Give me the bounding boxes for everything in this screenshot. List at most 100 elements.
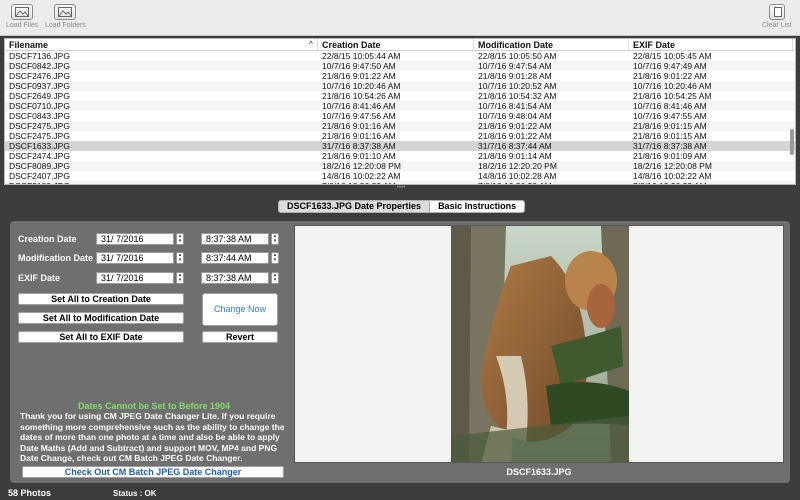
cell-exif-date: 21/8/16 9:01:09 AM: [633, 151, 707, 161]
creation-date-field[interactable]: 31/ 7/2016: [96, 233, 174, 245]
table-row[interactable]: DSCF0842.JPG 10/7/16 9:47:50 AM 10/7/16 9:…: [5, 61, 795, 71]
exif-date-field[interactable]: 31/ 7/2016: [96, 272, 174, 284]
creation-time-stepper[interactable]: ▴ ▾: [271, 233, 279, 245]
tab-date-properties[interactable]: DSCF1633.JPG Date Properties: [279, 201, 430, 212]
cell-exif-date: 21/8/16 9:01:15 AM: [633, 131, 707, 141]
cell-creation-date: 10/7/16 9:47:56 AM: [322, 111, 396, 121]
cell-creation-date: 21/8/16 10:54:26 AM: [322, 91, 401, 101]
load-files-label: Load Files: [6, 22, 39, 29]
cell-filename: DSCF0842.JPG: [9, 61, 70, 71]
table-row[interactable]: DSCF0843.JPG 10/7/16 9:47:56 AM 10/7/16 9:…: [5, 111, 795, 121]
folder-image-icon: [54, 4, 77, 20]
cell-exif-date: 7/8/16 10:26:22 AM: [629, 181, 793, 184]
table-row-selected[interactable]: DSCF1633.JPG 31/7/16 8:37:38 AM 31/7/16 8:…: [5, 141, 795, 151]
creation-date-label: Creation Date: [18, 234, 77, 244]
cell-modification-date: 10/7/16 9:47:54 AM: [478, 61, 552, 71]
revert-button[interactable]: Revert: [202, 331, 278, 343]
table-row[interactable]: DSCF2649.JPG 21/8/16 10:54:26 AM 21/8/16 1…: [5, 91, 795, 101]
cell-modification-date: 21/8/16 9:01:22 AM: [478, 131, 552, 141]
cell-filename: DSCF1633.JPG: [9, 141, 70, 151]
photo-count: 58 Photos: [8, 488, 52, 498]
set-all-creation-button[interactable]: Set All to Creation Date: [18, 293, 184, 305]
tab-basic-instructions[interactable]: Basic Instructions: [429, 201, 524, 212]
exif-date-label: EXIF Date: [18, 273, 61, 283]
exif-date-stepper[interactable]: ▴ ▾: [176, 272, 184, 284]
table-scrollbar[interactable]: [790, 129, 794, 155]
modification-date-field[interactable]: 31/ 7/2016: [96, 252, 174, 264]
cell-creation-date: 21/8/16 9:01:16 AM: [322, 121, 396, 131]
modification-time-field[interactable]: 8:37:44 AM: [201, 252, 269, 264]
batch-changer-link-button[interactable]: Check Out CM Batch JPEG Date Changer: [22, 466, 284, 478]
creation-date-stepper[interactable]: ▴ ▾: [176, 233, 184, 245]
status-text: Status : OK: [113, 489, 157, 498]
cell-modification-date: 10/7/16 8:41:54 AM: [478, 101, 552, 111]
monkey-photo: [451, 226, 629, 462]
load-files-button[interactable]: Load Files: [6, 4, 38, 29]
cell-modification-date: 21/8/16 10:54:32 AM: [478, 91, 557, 101]
cell-creation-date: 21/8/16 9:01:10 AM: [322, 151, 396, 161]
cell-creation-date: 10/7/16 10:20:46 AM: [322, 81, 401, 91]
exif-time-stepper[interactable]: ▴ ▾: [271, 272, 279, 284]
cell-modification-date: 31/7/16 8:37:44 AM: [478, 141, 552, 151]
cell-creation-date: 10/7/16 8:41:46 AM: [322, 101, 396, 111]
column-header-exif-date[interactable]: EXIF Date: [629, 39, 793, 50]
cell-creation-date: 7/8/16 10:26:22 AM: [318, 181, 474, 184]
date-limit-warning: Dates Cannot be Set to Before 1904: [77, 401, 231, 411]
file-table[interactable]: Filename ^ Creation Date Modification Dat…: [4, 38, 796, 185]
column-header-creation-date[interactable]: Creation Date: [318, 39, 474, 50]
table-row[interactable]: DSCF8089.JPG 18/2/16 12:20:08 PM 18/2/16 1…: [5, 161, 795, 171]
set-all-exif-button[interactable]: Set All to EXIF Date: [18, 331, 184, 343]
table-row[interactable]: DSCF0710.JPG 10/7/16 8:41:46 AM 10/7/16 8:…: [5, 101, 795, 111]
upgrade-info-text: Thank you for using CM JPEG Date Changer…: [20, 411, 285, 463]
table-row[interactable]: DSCF2476.JPG 21/8/16 9:01:22 AM 21/8/16 9:…: [5, 71, 795, 81]
load-folders-button[interactable]: Load Folders: [45, 4, 86, 29]
cell-creation-date: 10/7/16 9:47:50 AM: [322, 61, 396, 71]
exif-time-field[interactable]: 8:37:38 AM: [201, 272, 269, 284]
cell-filename: DSCF2407.JPG: [9, 171, 70, 181]
modification-date-label: Modification Date: [18, 253, 94, 263]
cell-exif-date: 21/8/16 9:01:15 AM: [633, 121, 707, 131]
cell-exif-date: 10/7/16 10:20:46 AM: [633, 81, 712, 91]
cell-exif-date: 10/7/16 9:47:55 AM: [633, 111, 707, 121]
set-all-modification-button[interactable]: Set All to Modification Date: [18, 312, 184, 324]
table-row[interactable]: DSCF0937.JPG 10/7/16 10:20:46 AM 10/7/16 1…: [5, 81, 795, 91]
cell-filename: DSCF0710.JPG: [9, 101, 70, 111]
cell-filename: DSCF0937.JPG: [9, 81, 70, 91]
preview-caption: DSCF1633.JPG: [506, 467, 572, 477]
clear-list-label: Clear List: [762, 22, 792, 29]
cell-creation-date: 21/8/16 9:01:16 AM: [322, 131, 396, 141]
cell-filename: DSCF2189.JPG: [5, 181, 318, 184]
change-now-button[interactable]: Change Now: [202, 293, 278, 326]
split-handle[interactable]: ••••: [394, 185, 408, 191]
cell-filename: DSCF8089.JPG: [9, 161, 70, 171]
modification-date-stepper[interactable]: ▴ ▾: [176, 252, 184, 264]
table-row[interactable]: DSCF2474.JPG 21/8/16 9:01:10 AM 21/8/16 9:…: [5, 151, 795, 161]
clear-list-button[interactable]: Clear List: [762, 4, 792, 29]
table-row[interactable]: DSCF7136.JPG 22/8/15 10:05:44 AM 22/8/15 1…: [5, 51, 795, 61]
cell-creation-date: 14/8/16 10:02:22 AM: [322, 171, 401, 181]
table-row[interactable]: DSCF2475.JPG 21/8/16 9:01:16 AM 21/8/16 9:…: [5, 131, 795, 141]
column-header-filename[interactable]: Filename ^: [5, 39, 318, 50]
cell-exif-date: 10/7/16 8:41:46 AM: [633, 101, 707, 111]
table-row[interactable]: DSCF2407.JPG 14/8/16 10:02:22 AM 14/8/16 1…: [5, 171, 795, 181]
tab-bar: DSCF1633.JPG Date Properties Basic Instr…: [278, 200, 526, 213]
cell-creation-date: 21/8/16 9:01:22 AM: [322, 71, 396, 81]
cell-modification-date: 7/8/16 10:26:30 AM: [474, 181, 629, 184]
table-row[interactable]: DSCF2475.JPG 21/8/16 9:01:16 AM 21/8/16 9:…: [5, 121, 795, 131]
table-body: DSCF7136.JPG 22/8/15 10:05:44 AM 22/8/15 1…: [5, 51, 795, 184]
cell-filename: DSCF7136.JPG: [9, 51, 70, 61]
cell-exif-date: 31/7/16 8:37:38 AM: [633, 141, 707, 151]
creation-time-field[interactable]: 8:37:38 AM: [201, 233, 269, 245]
load-folders-label: Load Folders: [45, 22, 86, 29]
cell-modification-date: 10/7/16 9:48:04 AM: [478, 111, 552, 121]
modification-time-stepper[interactable]: ▴ ▾: [271, 252, 279, 264]
cell-filename: DSCF2649.JPG: [9, 91, 70, 101]
cell-modification-date: 18/2/16 12:20:20 PM: [478, 161, 557, 171]
cell-exif-date: 10/7/16 9:47:49 AM: [633, 61, 707, 71]
image-icon: [11, 4, 34, 20]
column-header-modification-date[interactable]: Modification Date: [474, 39, 629, 50]
cell-filename: DSCF2475.JPG: [9, 121, 70, 131]
toolbar: Load Files Load Folders Clear List: [0, 0, 800, 36]
cell-modification-date: 22/8/15 10:05:50 AM: [478, 51, 557, 61]
cell-creation-date: 22/8/15 10:05:44 AM: [322, 51, 401, 61]
